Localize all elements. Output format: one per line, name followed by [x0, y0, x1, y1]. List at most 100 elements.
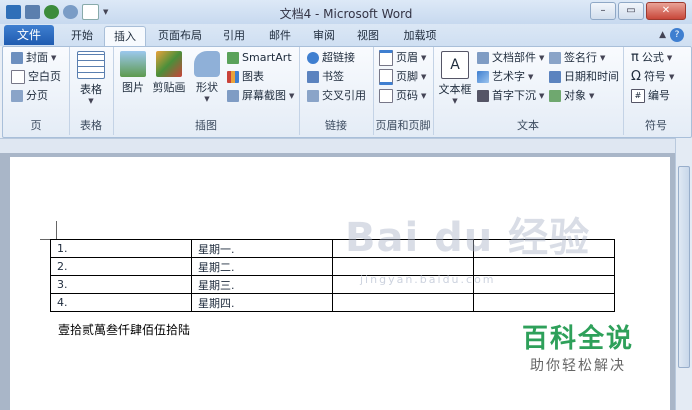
footer-button[interactable]: 页脚 ▼	[379, 68, 426, 86]
table-row: 3. 星期三.	[50, 275, 615, 294]
table-cell[interactable]	[332, 293, 474, 312]
hyperlink-icon	[307, 52, 319, 64]
table-cell[interactable]: 3.	[50, 275, 192, 294]
blank-page-icon	[11, 70, 25, 84]
cross-reference-button[interactable]: 交叉引用	[307, 87, 366, 105]
footer-icon	[379, 69, 393, 85]
shapes-button[interactable]: 形状 ▼	[191, 51, 223, 103]
number-button[interactable]: # 编号	[631, 87, 670, 105]
pi-icon: π	[631, 50, 639, 65]
clipart-button[interactable]: 剪贴画	[151, 51, 187, 95]
omega-icon: Ω	[631, 69, 641, 84]
clipart-icon	[156, 51, 182, 77]
header-icon	[379, 50, 393, 66]
cross-reference-icon	[307, 90, 319, 102]
tab-insert[interactable]: 插入	[104, 26, 146, 47]
watermark-url: jingyan.baidu.com	[360, 273, 496, 286]
title-bar: ▼ 文档4 - Microsoft Word – ▭ ✕	[0, 0, 692, 25]
drop-cap-icon	[477, 90, 489, 102]
table-cell[interactable]	[473, 293, 615, 312]
group-tables: 表格 ▼ 表格	[69, 47, 114, 135]
wordart-icon	[477, 71, 489, 83]
equation-button[interactable]: π 公式 ▼	[631, 49, 672, 67]
group-links-label: 链接	[325, 119, 347, 132]
smartart-icon	[227, 52, 239, 64]
picture-button[interactable]: 图片	[117, 51, 149, 95]
wordart-button[interactable]: 艺术字 ▼	[477, 68, 533, 86]
symbol-button[interactable]: Ω 符号 ▼	[631, 68, 674, 86]
tab-view[interactable]: 视图	[350, 26, 386, 46]
shapes-icon	[194, 51, 220, 77]
group-tables-label: 表格	[80, 119, 102, 132]
object-icon	[549, 90, 561, 102]
picture-icon	[120, 51, 146, 77]
ribbon-insert: 封面 ▼ 空白页 分页 页 表格 ▼ 表格 图片 剪贴画 形状 ▼ SmartAr…	[2, 46, 692, 138]
tab-mailings[interactable]: 邮件	[262, 26, 298, 46]
cover-page-icon	[11, 52, 23, 64]
table-cell[interactable]: 1.	[50, 239, 192, 258]
group-illustrations: 图片 剪贴画 形状 ▼ SmartArt 图表 屏幕截图 ▼ 插图	[113, 47, 300, 135]
tab-page-layout[interactable]: 页面布局	[152, 26, 208, 46]
vertical-scrollbar[interactable]	[675, 138, 692, 410]
maximize-button[interactable]: ▭	[618, 2, 644, 20]
minimize-button[interactable]: –	[590, 2, 616, 20]
quick-parts-button[interactable]: 文档部件 ▼	[477, 49, 544, 67]
brand-title: 百科全说	[521, 324, 634, 354]
signature-line-icon	[549, 52, 561, 64]
group-text-label: 文本	[517, 119, 539, 132]
document-text[interactable]: 壹拾贰萬叁仟肆佰伍拾陆	[58, 321, 190, 338]
table-icon	[77, 51, 105, 79]
group-pages: 封面 ▼ 空白页 分页 页	[3, 47, 70, 135]
hyperlink-button[interactable]: 超链接	[307, 49, 355, 67]
bookmark-icon	[307, 71, 319, 83]
bookmark-button[interactable]: 书签	[307, 68, 344, 86]
help-icon[interactable]: ?	[670, 28, 684, 42]
tab-addins[interactable]: 加载项	[396, 26, 444, 46]
group-links: 超链接 书签 交叉引用 链接	[299, 47, 374, 135]
textbox-icon: A	[441, 51, 469, 79]
chart-button[interactable]: 图表	[227, 68, 264, 86]
table-cell[interactable]: 星期三.	[191, 275, 333, 294]
header-button[interactable]: 页眉 ▼	[379, 49, 426, 67]
group-header-footer-label: 页眉和页脚	[375, 119, 431, 132]
minimize-ribbon-icon[interactable]: ▲	[659, 28, 666, 42]
window-title: 文档4 - Microsoft Word	[279, 7, 413, 21]
brand-overlay: 百科全说 助你轻松解决	[503, 312, 653, 384]
object-button[interactable]: 对象 ▼	[549, 87, 594, 105]
table-cell[interactable]: 星期一.	[191, 239, 333, 258]
group-illustrations-label: 插图	[195, 119, 217, 132]
smartart-button[interactable]: SmartArt	[227, 49, 292, 67]
tab-home[interactable]: 开始	[64, 26, 100, 46]
ribbon-tabs: 文件 开始 插入 页面布局 引用 邮件 审阅 视图 加载项 ▲ ?	[0, 24, 692, 47]
quick-parts-icon	[477, 52, 489, 64]
ruler-bar	[0, 138, 692, 153]
screenshot-icon	[227, 90, 239, 102]
signature-line-button[interactable]: 签名行 ▼	[549, 49, 605, 67]
tab-file[interactable]: 文件	[4, 25, 54, 45]
textbox-button[interactable]: A 文本框 ▼	[437, 51, 473, 105]
date-time-button[interactable]: 日期和时间	[549, 68, 619, 86]
document-page[interactable]: 1. 星期一. 2. 星期二. 3. 星期三. 4. 星期四. 壹拾贰萬叁仟肆佰…	[10, 157, 670, 410]
document-workspace: 1. 星期一. 2. 星期二. 3. 星期三. 4. 星期四. 壹拾贰萬叁仟肆佰…	[0, 153, 676, 410]
page-number-button[interactable]: 页码 ▼	[379, 87, 426, 105]
margin-mark	[56, 221, 57, 239]
cover-page-button[interactable]: 封面 ▼	[11, 49, 56, 67]
brand-subtitle: 助你轻松解决	[530, 358, 626, 374]
tab-review[interactable]: 审阅	[306, 26, 342, 46]
tab-references[interactable]: 引用	[216, 26, 252, 46]
page-break-icon	[11, 90, 23, 102]
scrollbar-thumb[interactable]	[678, 166, 690, 368]
page-break-button[interactable]: 分页	[11, 87, 48, 105]
table-cell[interactable]: 4.	[50, 293, 192, 312]
table-cell[interactable]: 星期二.	[191, 257, 333, 276]
table-cell[interactable]: 2.	[50, 257, 192, 276]
watermark-logo: Bai du 经验	[345, 215, 591, 261]
group-symbols: π 公式 ▼ Ω 符号 ▼ # 编号 符号	[623, 47, 689, 135]
close-button[interactable]: ✕	[646, 2, 686, 20]
table-button[interactable]: 表格 ▼	[75, 51, 107, 105]
blank-page-button[interactable]: 空白页	[11, 68, 61, 86]
table-cell[interactable]: 星期四.	[191, 293, 333, 312]
screenshot-button[interactable]: 屏幕截图 ▼	[227, 87, 294, 105]
drop-cap-button[interactable]: 首字下沉 ▼	[477, 87, 544, 105]
group-pages-label: 页	[30, 119, 42, 132]
